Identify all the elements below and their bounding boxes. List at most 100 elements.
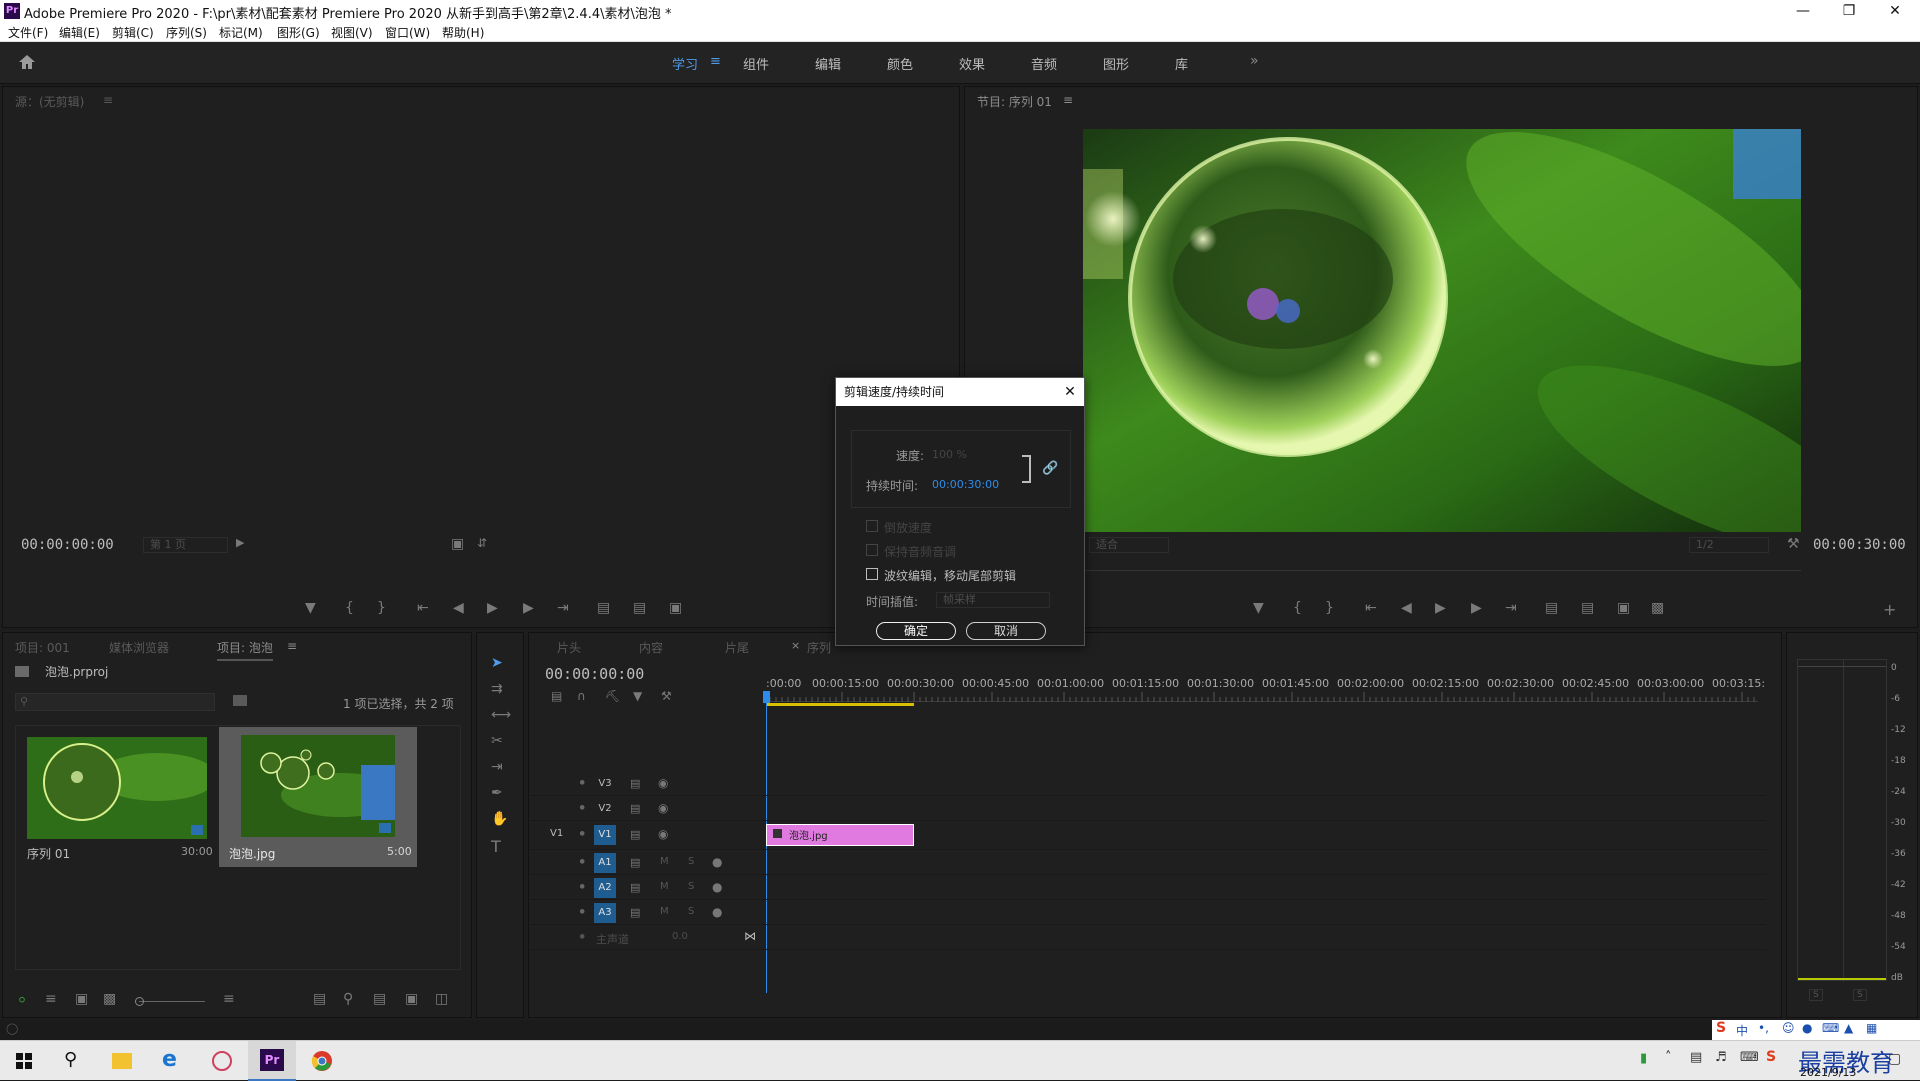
menu-sequence[interactable]: 序列(S): [166, 24, 207, 41]
timeline-tab-sequence[interactable]: 序列: [807, 639, 831, 656]
freeform-view-icon[interactable]: ▩: [103, 991, 116, 1007]
extract-icon[interactable]: ▤: [1581, 600, 1594, 616]
track-v2[interactable]: ⚫ V2 ▤ ◉: [530, 797, 1766, 821]
track-label[interactable]: V1: [594, 825, 616, 845]
export-frame-icon[interactable]: ▣: [1617, 600, 1630, 616]
tray-volume-icon[interactable]: ♬: [1715, 1050, 1727, 1065]
voiceover-mic-icon[interactable]: ●: [712, 905, 722, 919]
linked-selection-icon[interactable]: ⛏: [605, 689, 620, 703]
ime-tools-icon[interactable]: ▦: [1866, 1021, 1877, 1035]
add-marker-icon[interactable]: ▼: [633, 689, 642, 703]
new-bin-icon[interactable]: ▤: [373, 991, 386, 1007]
ripple-edit-tool-icon[interactable]: ⟷: [491, 707, 511, 723]
insert-icon[interactable]: ▤: [597, 600, 610, 616]
zoom-slider[interactable]: [139, 1001, 205, 1002]
sync-lock-icon[interactable]: ▤: [630, 777, 640, 790]
timeline-tab-content[interactable]: 内容: [639, 639, 663, 656]
workspace-color[interactable]: 颜色: [887, 54, 913, 73]
ime-keyboard-icon[interactable]: ⌨: [1822, 1021, 1839, 1035]
list-view-icon[interactable]: ≡: [45, 991, 57, 1007]
go-to-end-icon[interactable]: ⋈: [744, 929, 756, 943]
interpolation-dropdown[interactable]: 帧采样: [936, 592, 1050, 608]
work-area-bar[interactable]: [766, 703, 914, 706]
project-item-image-selected[interactable]: 泡泡.jpg 5:00: [219, 727, 417, 867]
mute-button[interactable]: M: [660, 856, 669, 867]
timeline-ruler[interactable]: [764, 690, 1758, 702]
workspace-effects[interactable]: 效果: [959, 54, 985, 73]
marker-icon[interactable]: ▼: [305, 600, 316, 616]
marker-icon[interactable]: ▼: [1253, 600, 1264, 616]
play-icon[interactable]: ▶: [487, 600, 498, 616]
program-timecode[interactable]: 00:00:30:00: [1813, 537, 1906, 553]
reverse-speed-checkbox[interactable]: [866, 520, 878, 532]
mark-in-icon[interactable]: {: [1293, 600, 1302, 616]
source-patch-label[interactable]: V1: [550, 828, 563, 839]
workspace-libraries[interactable]: 库: [1175, 54, 1188, 73]
tray-ime-icon[interactable]: ⌨: [1740, 1050, 1759, 1065]
tab-media-browser[interactable]: 媒体浏览器: [109, 639, 169, 656]
taskbar-premiere[interactable]: Pr: [248, 1041, 296, 1081]
menu-graphics[interactable]: 图形(G): [277, 24, 320, 41]
ok-button[interactable]: 确定: [876, 622, 956, 640]
menu-file[interactable]: 文件(F): [8, 24, 48, 41]
track-master[interactable]: ⚫ 主声道 0.0 ⋈: [530, 926, 1766, 950]
master-volume[interactable]: 0.0: [672, 931, 688, 942]
lock-icon[interactable]: ⚫: [578, 932, 586, 943]
lock-icon[interactable]: ⚪: [17, 993, 27, 1007]
timeline-tab-outro[interactable]: 片尾: [725, 639, 749, 656]
settings-square-icon[interactable]: ▣: [451, 536, 464, 552]
mute-button[interactable]: M: [660, 881, 669, 892]
track-a2[interactable]: ⚫ A2 ▤ M S ●: [530, 876, 1766, 900]
source-monitor-title[interactable]: 源：(无剪辑): [15, 93, 84, 110]
solo-left-button[interactable]: S: [1809, 989, 1823, 1001]
track-v1[interactable]: V1 ⚫ V1 ▤ ◉ 泡泡.jpg: [530, 822, 1766, 850]
taskbar-edge[interactable]: e: [148, 1041, 196, 1081]
expand-icon[interactable]: ⇵: [477, 536, 487, 550]
track-label[interactable]: A2: [594, 878, 616, 898]
tab-project-001[interactable]: 项目: 001: [15, 639, 70, 656]
go-to-out-icon[interactable]: ⇥: [1505, 600, 1517, 616]
menu-clip[interactable]: 剪辑(C): [112, 24, 154, 41]
maintain-pitch-checkbox[interactable]: [866, 544, 878, 556]
ime-toolbar[interactable]: S 中 •, ☺ ● ⌨ ▲ ▦: [1712, 1020, 1920, 1040]
source-page-dropdown[interactable]: 第 1 页: [143, 537, 228, 553]
start-button[interactable]: [0, 1041, 48, 1081]
step-forward-icon[interactable]: ▶: [523, 600, 534, 616]
track-label[interactable]: V3: [594, 774, 616, 794]
restore-button[interactable]: ❐: [1826, 0, 1872, 22]
sync-lock-icon[interactable]: ▤: [630, 856, 640, 869]
workspace-assembly[interactable]: 组件: [743, 54, 769, 73]
track-a3[interactable]: ⚫ A3 ▤ M S ●: [530, 901, 1766, 925]
minimize-button[interactable]: —: [1780, 0, 1826, 22]
icon-view-icon[interactable]: ▣: [75, 991, 88, 1007]
dialog-close-button[interactable]: ✕: [1060, 382, 1080, 402]
taskbar-app[interactable]: [198, 1041, 246, 1081]
add-button-icon[interactable]: +: [1883, 600, 1896, 619]
razor-tool-icon[interactable]: ✂: [491, 733, 503, 749]
duration-value[interactable]: 00:00:30:00: [932, 478, 999, 491]
playhead-handle[interactable]: [763, 691, 770, 703]
wrench-icon[interactable]: ⚒: [1787, 536, 1800, 552]
track-select-tool-icon[interactable]: ⇉: [491, 681, 503, 697]
panel-menu-icon[interactable]: ≡: [1063, 93, 1073, 107]
track-label[interactable]: V2: [594, 799, 616, 819]
tray-battery-icon[interactable]: ▮: [1640, 1051, 1647, 1066]
workspace-menu-icon[interactable]: ≡: [710, 54, 721, 69]
export-frame-icon[interactable]: ▣: [669, 600, 682, 616]
hand-tool-icon[interactable]: ✋: [491, 811, 508, 827]
lock-icon[interactable]: ⚫: [578, 857, 586, 868]
program-video-frame[interactable]: [1083, 129, 1801, 532]
timeline-tab-intro[interactable]: 片头: [557, 639, 581, 656]
selection-tool-icon[interactable]: ➤: [491, 655, 503, 671]
solo-button[interactable]: S: [688, 856, 694, 867]
lock-icon[interactable]: ⚫: [578, 803, 586, 814]
overwrite-icon[interactable]: ▤: [633, 600, 646, 616]
eye-icon[interactable]: ◉: [658, 827, 668, 841]
tray-date[interactable]: 2021/9/13: [1800, 1066, 1856, 1079]
zoom-slider-handle[interactable]: [135, 997, 144, 1006]
mark-in-icon[interactable]: {: [345, 600, 354, 616]
lock-icon[interactable]: ⚫: [578, 882, 586, 893]
lock-icon[interactable]: ⚫: [578, 907, 586, 918]
taskbar-search-button[interactable]: ⚲: [48, 1041, 96, 1081]
solo-right-button[interactable]: S: [1853, 989, 1867, 1001]
